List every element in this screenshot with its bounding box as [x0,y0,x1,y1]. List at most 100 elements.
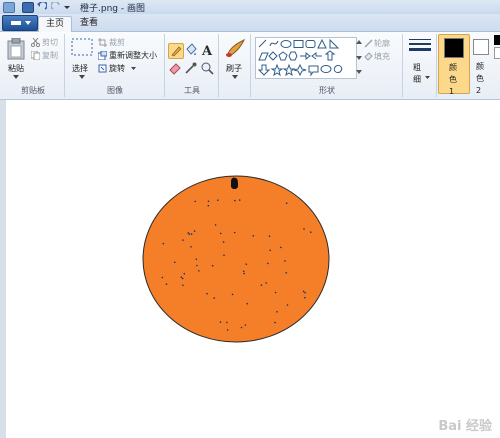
resize-button[interactable]: 重新调整大小 [98,50,162,61]
paste-label: 粘贴 [8,64,24,73]
tab-view[interactable]: 查看 [76,16,102,31]
peel-dot [162,242,165,245]
clipboard-group-label: 剪贴板 [21,86,45,95]
fill-bucket-icon [186,43,197,55]
undo-icon[interactable] [37,0,48,11]
peel-dot [276,311,278,313]
peel-dot [193,230,196,232]
palette-swatch-white [494,47,500,59]
rotate-label: 旋转 [109,64,125,73]
select-button[interactable]: 选择 [69,36,95,80]
resize-label: 重新调整大小 [109,51,157,60]
peel-dot [234,199,236,202]
peel-dot [187,232,189,234]
peel-dot [182,239,184,241]
peel-dot [286,304,289,306]
fill-tool[interactable] [184,43,198,57]
peel-dot [310,231,312,233]
cut-button[interactable]: 剪切 [31,37,63,48]
svg-text:A: A [201,44,213,57]
shapes-group: 轮廓 填充 形状 [252,34,403,97]
palette-swatch-black [494,35,500,45]
copy-label: 复制 [42,51,58,60]
peel-dot [303,228,305,230]
brush-group: 刷子 [220,34,251,97]
peel-dot [245,263,248,265]
brush-icon [226,38,246,57]
peel-dot [243,272,245,275]
size-label: 粗细 [413,63,421,84]
peel-dot [194,200,196,203]
shapes-group-label: 形状 [319,86,335,95]
shapes-gallery-scroll-icon[interactable] [356,38,362,76]
peel-dot [246,302,248,305]
magnifier-tool[interactable] [200,61,214,75]
peel-dot [284,260,286,262]
peel-dot [219,321,222,323]
pencil-tool[interactable] [168,43,184,59]
cut-label: 剪切 [42,38,58,47]
eraser-tool[interactable] [168,61,182,75]
crop-label: 裁剪 [109,38,125,47]
color2-swatch [473,39,489,55]
scissors-icon [31,38,40,47]
image-group: 选择 裁剪 重新调整大小 旋转 图像 [66,34,165,97]
peel-dot [165,283,168,285]
peel-dot [188,233,191,235]
tools-group: A 工具 [166,34,219,97]
paste-button[interactable]: 粘贴 [4,36,28,80]
brush-label: 刷子 [226,64,242,73]
tab-home[interactable]: 主页 [38,16,72,32]
outline-button[interactable]: 轮廓 [364,38,400,49]
select-label: 选择 [72,64,88,73]
size-button[interactable]: 粗细 [407,36,433,94]
outline-icon [364,39,373,48]
peel-dot [267,262,269,265]
peel-dot [181,277,184,280]
orange-stem [231,177,238,189]
text-tool[interactable]: A [200,43,214,59]
file-menu-icon [11,21,21,25]
color2-button[interactable]: 颜色 2 [470,34,494,95]
select-rectangle-icon [71,38,93,56]
peel-dot [217,199,219,201]
peel-dot [226,321,228,324]
copy-icon [31,51,40,60]
app-icon [3,2,15,13]
drawing-canvas[interactable] [0,100,500,438]
shapes-gallery-icons [257,38,343,77]
chevron-down-icon [425,76,430,79]
peel-dot [274,321,276,324]
peel-dot [231,293,234,296]
file-menu-button[interactable] [2,15,38,31]
peel-dot [274,291,277,294]
rotate-button[interactable]: 旋转 [98,63,148,74]
palette-edge[interactable] [494,35,500,75]
peel-dot [238,199,241,201]
peel-dot [207,200,210,203]
color1-button[interactable]: 颜色 1 [438,34,470,96]
redo-icon[interactable] [50,0,61,11]
peel-dot [242,270,245,273]
peel-dot [174,261,176,264]
crop-button[interactable]: 裁剪 [98,37,138,48]
color-picker-tool[interactable] [184,61,198,75]
color2-label: 颜色 2 [476,62,484,95]
line-width-icon [409,39,431,51]
save-icon[interactable] [22,2,34,13]
crop-icon [98,38,107,47]
chevron-down-icon [25,21,31,25]
peel-dot [219,232,222,235]
orange-drawing [142,175,330,343]
peel-dot [180,276,183,278]
chevron-down-icon [79,75,85,79]
chevron-down-icon [131,67,136,70]
copy-button[interactable]: 复制 [31,50,63,61]
watermark: Bai 经验 [438,419,492,434]
quick-access-dropdown-icon[interactable] [64,2,70,11]
window-title: 橙子.png - 画图 [80,4,145,14]
fill-button[interactable]: 填充 [364,51,400,62]
brush-button[interactable]: 刷子 [222,36,248,80]
shapes-gallery[interactable] [255,37,357,79]
peel-dot [260,284,263,286]
